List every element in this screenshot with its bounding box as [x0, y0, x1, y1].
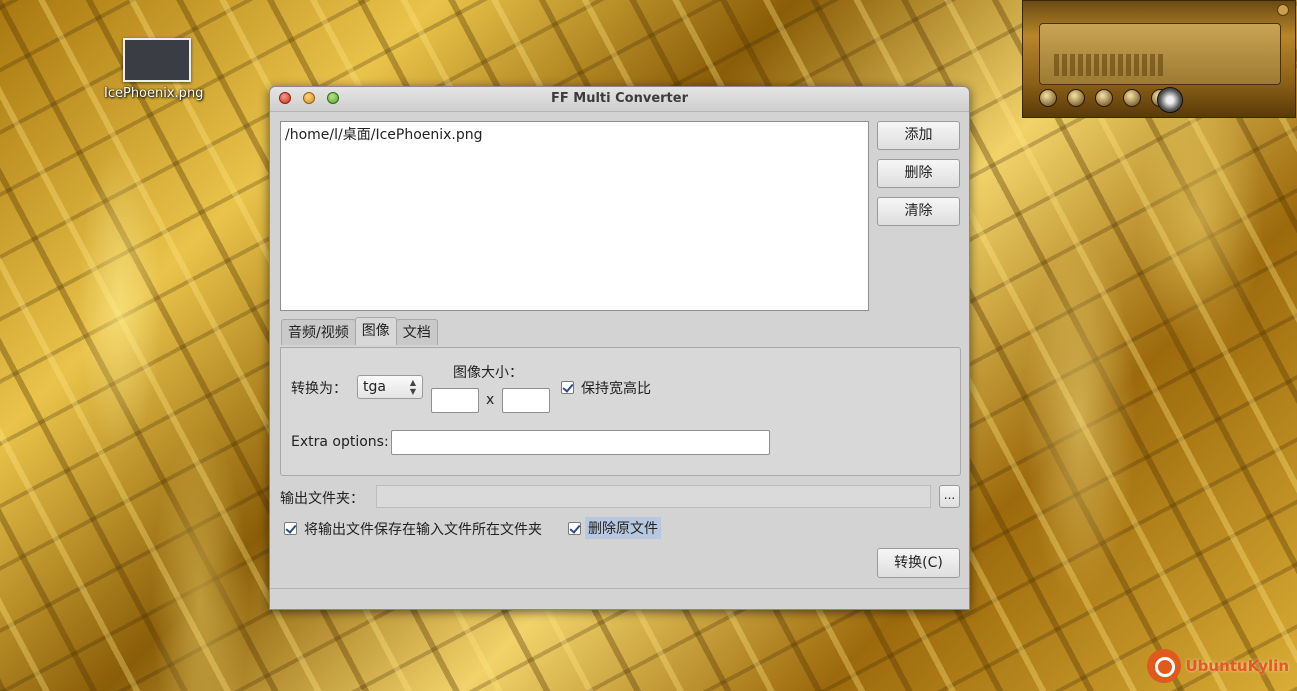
player-close-icon[interactable]: [1277, 4, 1289, 16]
knob-icon[interactable]: [1039, 89, 1057, 107]
extra-options-input[interactable]: [391, 430, 770, 455]
format-value: tga: [363, 379, 386, 395]
list-item[interactable]: /home/l/桌面/IcePhoenix.png: [281, 122, 868, 146]
width-input[interactable]: [431, 388, 479, 413]
browse-button[interactable]: ...: [939, 485, 960, 508]
equalizer-bars: [1054, 54, 1164, 76]
spin-arrows-icon: ▲ ▼: [409, 378, 416, 396]
size-separator: x: [486, 392, 495, 408]
tab-document[interactable]: 文档: [395, 319, 438, 345]
add-button[interactable]: 添加: [877, 121, 960, 150]
ubuntu-logo-icon: [1147, 649, 1182, 683]
convert-to-label: 转换为：: [291, 381, 347, 397]
desktop-icon-label: IcePhoenix.png: [104, 86, 204, 101]
brand-text: UbuntuKylin: [1185, 657, 1289, 675]
knob-icon[interactable]: [1123, 89, 1141, 107]
output-folder-label: 输出文件夹：: [280, 491, 364, 507]
converter-window: FF Multi Converter /home/l/桌面/IcePhoenix…: [269, 86, 970, 610]
media-player-widget[interactable]: [1022, 0, 1296, 118]
image-size-label: 图像大小：: [453, 365, 523, 381]
keep-ratio-label: 保持宽高比: [581, 381, 651, 397]
ubuntukylin-watermark: UbuntuKylin: [1147, 649, 1289, 683]
output-folder-field[interactable]: [376, 485, 931, 508]
save-in-input-folder-label: 将输出文件保存在输入文件所在文件夹: [304, 522, 542, 538]
window-title: FF Multi Converter: [550, 91, 688, 106]
delete-original-label: 删除原文件: [585, 517, 661, 539]
image-tab-panel: 转换为： tga ▲ ▼ 图像大小： x 保持宽高比 Extra options:: [280, 347, 961, 476]
image-thumbnail: [123, 38, 191, 82]
knob-icon[interactable]: [1095, 89, 1113, 107]
file-list[interactable]: /home/l/桌面/IcePhoenix.png: [280, 121, 869, 311]
tab-audio-video[interactable]: 音频/视频: [281, 319, 356, 345]
format-select[interactable]: tga ▲ ▼: [357, 375, 423, 399]
height-input[interactable]: [502, 388, 550, 413]
status-bar: [270, 588, 969, 609]
tab-image[interactable]: 图像: [354, 317, 397, 345]
clear-button[interactable]: 清除: [877, 197, 960, 226]
extra-options-label: Extra options:: [291, 434, 389, 450]
convert-button[interactable]: 转换(C): [877, 548, 960, 578]
knob-icon[interactable]: [1067, 89, 1085, 107]
keep-ratio-checkbox[interactable]: [561, 381, 574, 394]
desktop-file-icon[interactable]: IcePhoenix.png: [104, 38, 210, 101]
player-knobs[interactable]: [1039, 89, 1169, 107]
delete-original-checkbox[interactable]: [568, 522, 581, 535]
title-bar[interactable]: FF Multi Converter: [270, 87, 969, 112]
delete-button[interactable]: 删除: [877, 159, 960, 188]
save-in-input-folder-checkbox[interactable]: [284, 522, 297, 535]
player-display: [1039, 23, 1281, 85]
volume-knob-icon[interactable]: [1157, 87, 1183, 113]
tab-bar: 音频/视频 图像 文档: [281, 317, 438, 345]
